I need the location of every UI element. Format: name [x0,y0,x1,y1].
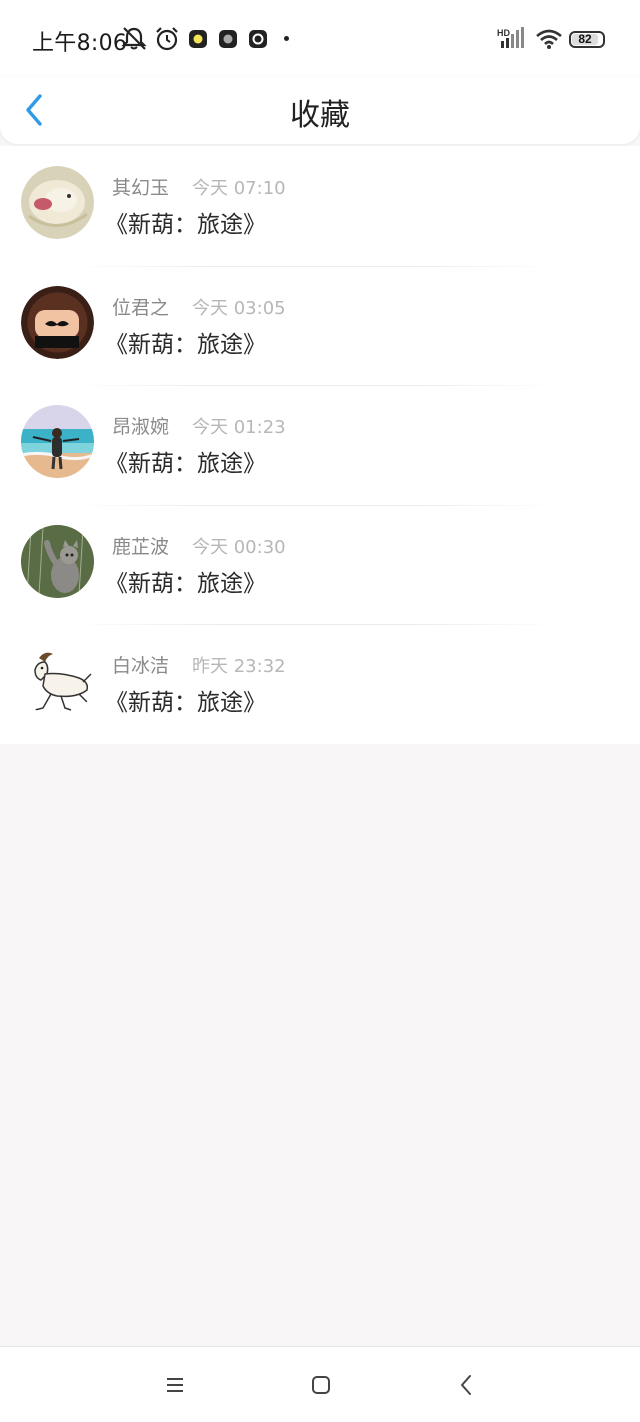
status-bar: 上午8:06 HD 82 [0,0,640,76]
list-item[interactable]: 昂淑婉 今天 01:23 《新葫：旅途》 [0,385,640,505]
menu-icon[interactable] [164,1371,186,1399]
timestamp: 昨天 23:32 [192,656,286,678]
battery-level: 82 [578,32,592,46]
avatar[interactable] [21,405,94,479]
user-name: 位君之 [112,296,170,319]
book-title: 《新葫：旅途》 [105,331,266,358]
app-notification-icon [249,30,267,48]
mute-bell-icon [121,27,147,50]
avatar[interactable] [21,524,94,598]
status-time: 上午8:06 [32,31,128,56]
back-nav-icon[interactable] [456,1371,478,1399]
svg-text:HD: HD [497,28,510,38]
screen: 上午8:06 HD 82 收藏 其幻玉 今天 07:10 《新葫：旅途》 位君之… [0,0,640,1422]
wifi-icon [536,29,562,49]
system-nav-bar [0,1346,640,1422]
cat-rain-avatar [21,524,94,598]
list-item[interactable]: 其幻玉 今天 07:10 《新葫：旅途》 [0,146,640,266]
timestamp: 今天 03:05 [192,297,286,319]
fist-mustache-avatar [21,285,94,359]
page-title: 收藏 [290,98,350,133]
more-notifications-dot [284,36,289,41]
book-title: 《新葫：旅途》 [105,570,266,597]
list-item[interactable]: 位君之 今天 03:05 《新葫：旅途》 [0,265,640,386]
avatar[interactable] [21,166,94,239]
alarm-icon [156,27,178,51]
favorites-list: 其幻玉 今天 07:10 《新葫：旅途》 位君之 今天 03:05 《新葫：旅途… [0,146,640,744]
home-icon[interactable] [309,1371,333,1399]
timestamp: 今天 00:30 [192,536,286,558]
app-notification-icon [189,30,207,48]
book-title: 《新葫：旅途》 [105,212,266,238]
goat-drawing-avatar [21,644,94,718]
user-name: 其幻玉 [112,177,170,199]
list-item[interactable]: 白冰洁 昨天 23:32 《新葫：旅途》 [0,624,640,744]
signal-icon: HD [497,27,524,48]
beach-girl-avatar [21,405,94,479]
book-title: 《新葫：旅途》 [105,690,266,717]
avatar[interactable] [21,644,94,718]
user-name: 鹿芷波 [112,535,170,558]
user-name: 昂淑婉 [112,416,170,439]
user-name: 白冰洁 [112,655,170,678]
app-notification-icon [219,30,237,48]
hamster-avatar [21,166,94,239]
book-title: 《新葫：旅途》 [105,451,266,478]
battery-icon: 82 [569,31,605,48]
avatar[interactable] [21,285,94,359]
list-item[interactable]: 鹿芷波 今天 00:30 《新葫：旅途》 [0,504,640,625]
timestamp: 今天 07:10 [192,178,286,199]
timestamp: 今天 01:23 [192,417,286,439]
header: 收藏 [0,76,640,144]
